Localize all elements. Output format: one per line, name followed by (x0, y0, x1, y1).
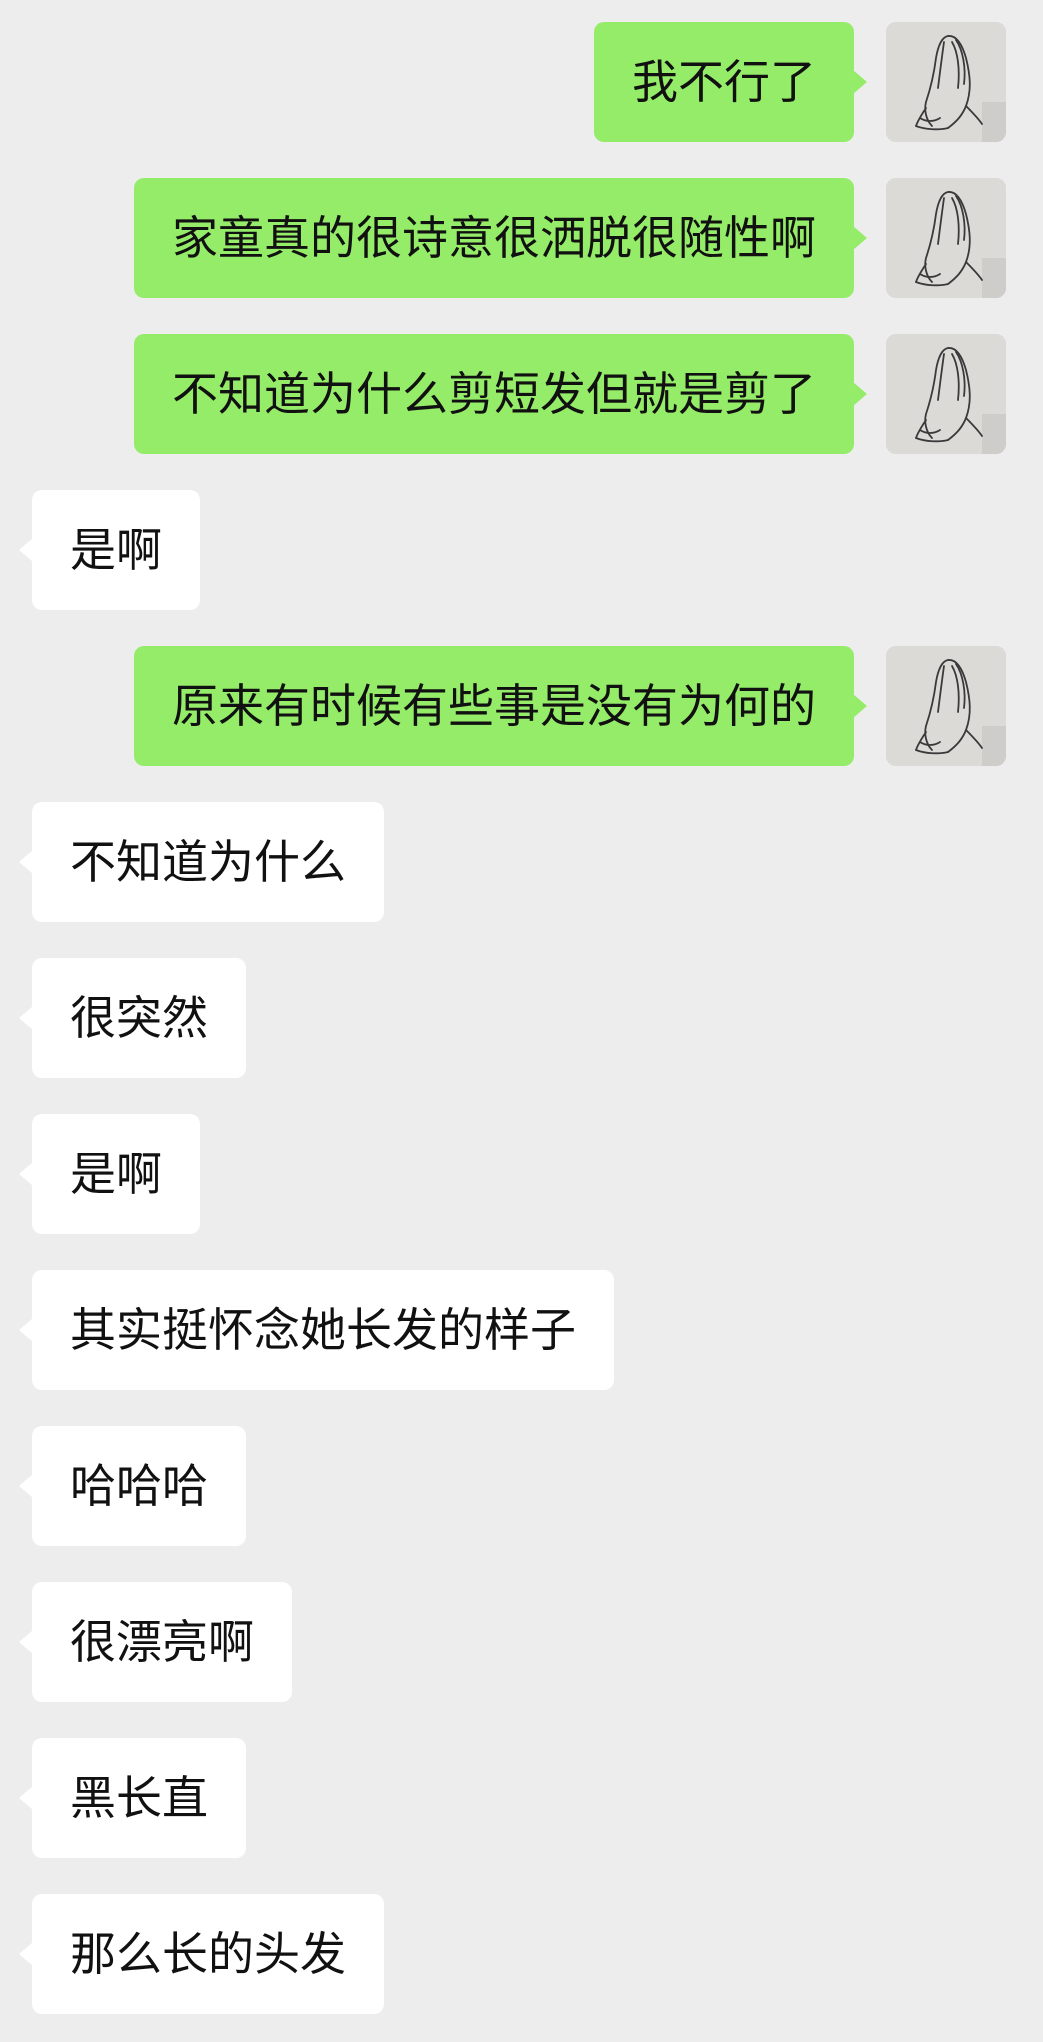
incoming-message-bubble[interactable]: 很漂亮啊 (19, 1582, 292, 1702)
outgoing-message-bubble[interactable]: 家童真的很诗意很洒脱很随性啊 (134, 178, 867, 298)
praying-hands-icon (886, 178, 1006, 298)
praying-hands-icon (886, 334, 1006, 454)
incoming-message-bubble[interactable]: 是啊 (19, 490, 200, 610)
self-avatar[interactable] (886, 334, 1006, 454)
message-row-outgoing: 家童真的很诗意很洒脱很随性啊 (0, 178, 1043, 298)
message-row-outgoing: 我不行了 (0, 22, 1043, 142)
self-avatar[interactable] (886, 646, 1006, 766)
message-row-incoming: 很漂亮啊 (0, 1582, 1043, 1702)
praying-hands-icon (886, 22, 1006, 142)
message-row-outgoing: 不知道为什么剪短发但就是剪了 (0, 334, 1043, 454)
message-row-incoming: 是啊 (0, 490, 1043, 610)
outgoing-message-bubble[interactable]: 原来有时候有些事是没有为何的 (134, 646, 867, 766)
outgoing-message-bubble[interactable]: 不知道为什么剪短发但就是剪了 (134, 334, 867, 454)
chat-message-list[interactable]: 我不行了 家童真的很诗意很洒脱很随性啊 不知道为什么剪短发但就是剪了 是啊 原来… (0, 0, 1043, 2042)
incoming-message-bubble[interactable]: 那么长的头发 (19, 1894, 384, 2014)
incoming-message-bubble[interactable]: 哈哈哈 (19, 1426, 246, 1546)
self-avatar[interactable] (886, 22, 1006, 142)
message-row-incoming: 不知道为什么 (0, 802, 1043, 922)
incoming-message-bubble[interactable]: 很突然 (19, 958, 246, 1078)
message-row-incoming: 其实挺怀念她长发的样子 (0, 1270, 1043, 1390)
message-row-incoming: 是啊 (0, 1114, 1043, 1234)
message-row-outgoing: 原来有时候有些事是没有为何的 (0, 646, 1043, 766)
outgoing-message-bubble[interactable]: 我不行了 (594, 22, 867, 142)
incoming-message-bubble[interactable]: 黑长直 (19, 1738, 246, 1858)
self-avatar[interactable] (886, 178, 1006, 298)
praying-hands-icon (886, 646, 1006, 766)
incoming-message-bubble[interactable]: 是啊 (19, 1114, 200, 1234)
message-row-incoming: 黑长直 (0, 1738, 1043, 1858)
message-row-incoming: 哈哈哈 (0, 1426, 1043, 1546)
incoming-message-bubble[interactable]: 其实挺怀念她长发的样子 (19, 1270, 614, 1390)
message-row-incoming: 那么长的头发 (0, 1894, 1043, 2014)
incoming-message-bubble[interactable]: 不知道为什么 (19, 802, 384, 922)
message-row-incoming: 很突然 (0, 958, 1043, 1078)
